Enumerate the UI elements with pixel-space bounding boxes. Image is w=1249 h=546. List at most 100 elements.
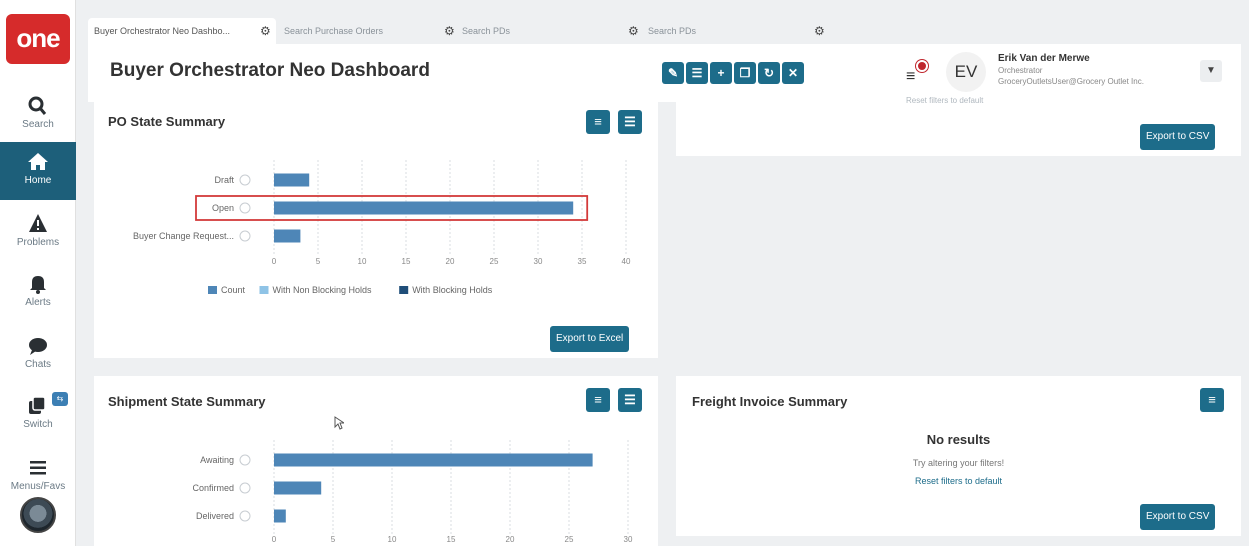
- po-state-summary-card: PO State Summary ≡ ☰ 0 5 10 15 20 25 30 35 40 Dra…: [94, 102, 658, 358]
- freight-invoice-summary-card: Freight Invoice Summary ≡ No results Try…: [676, 376, 1241, 536]
- legend-label[interactable]: With Blocking Holds: [412, 285, 493, 295]
- page-title: Buyer Orchestrator Neo Dashboard: [110, 60, 430, 81]
- sidebar-item-label: Chats: [24, 359, 52, 370]
- sidebar-item-label: Home: [24, 175, 52, 186]
- category-label: Delivered: [196, 511, 234, 521]
- user-org: GroceryOutletsUser@Grocery Outlet Inc.: [998, 77, 1144, 86]
- category-toggle-icon[interactable]: [239, 174, 251, 186]
- filter-button[interactable]: ≡: [1200, 388, 1224, 412]
- tab-search-purchase-orders[interactable]: Search Purchase Orders ⚙: [278, 18, 455, 44]
- bell-icon: [30, 276, 46, 294]
- bar[interactable]: [274, 481, 322, 495]
- sidebar-item-chats[interactable]: Chats: [0, 326, 76, 384]
- shipment-state-chart: 0 5 10 15 20 25 30 Awaiting Confirmed Delivered: [192, 440, 633, 544]
- user-menu-caret[interactable]: ▼: [1200, 60, 1222, 82]
- x-tick-label: 40: [622, 257, 631, 266]
- bar[interactable]: [274, 201, 574, 215]
- tab-search-pds-2[interactable]: Search PDs ⚙: [642, 18, 832, 44]
- shipment-state-summary-card: Shipment State Summary ≡ ☰ 0 5 10 15 20 25 30 A…: [94, 376, 658, 546]
- notifications-menu[interactable]: ≡: [904, 58, 930, 86]
- x-tick-label: 25: [490, 257, 499, 266]
- bar[interactable]: [274, 173, 310, 187]
- legend-label[interactable]: Count: [221, 285, 246, 295]
- add-button[interactable]: +: [710, 62, 732, 84]
- reset-filters-link[interactable]: Reset filters to default: [676, 476, 1241, 486]
- x-tick-label: 35: [578, 257, 587, 266]
- bar[interactable]: [274, 509, 286, 523]
- sidebar-item-problems[interactable]: Problems: [0, 204, 76, 262]
- tab-bar: Buyer Orchestrator Neo Dashbo... ⚙ Searc…: [88, 18, 1249, 44]
- category-toggle-icon[interactable]: [239, 202, 251, 214]
- sidebar-item-switch[interactable]: ⇆ Switch: [0, 386, 76, 444]
- tab-dashboard[interactable]: Buyer Orchestrator Neo Dashbo... ⚙: [88, 18, 276, 44]
- category-label: Open: [212, 203, 234, 213]
- switch-badge-icon: ⇆: [52, 392, 68, 406]
- gear-icon[interactable]: ⚙: [814, 18, 825, 44]
- copy-button[interactable]: ❐: [734, 62, 756, 84]
- x-tick-label: 25: [565, 535, 574, 544]
- list-button[interactable]: ☰: [686, 62, 708, 84]
- category-label: Confirmed: [192, 483, 234, 493]
- refresh-icon: ↻: [763, 66, 775, 80]
- x-tick-label: 5: [316, 257, 321, 266]
- x-tick-label: 30: [534, 257, 543, 266]
- gear-icon[interactable]: ⚙: [628, 18, 639, 44]
- po-state-chart: 0 5 10 15 20 25 30 35 40 Draft Open Buyer Change Re…: [133, 160, 631, 295]
- category-label: Awaiting: [200, 455, 234, 465]
- sidebar-item-alerts[interactable]: Alerts: [0, 264, 76, 322]
- tab-label: Search Purchase Orders: [284, 26, 384, 36]
- app-logo[interactable]: one: [6, 14, 70, 64]
- reset-filters-link[interactable]: Reset filters to default: [906, 96, 983, 105]
- x-tick-label: 20: [506, 535, 515, 544]
- card-title: Freight Invoice Summary: [692, 394, 848, 409]
- edit-button[interactable]: ✎: [662, 62, 684, 84]
- category-label: Draft: [214, 175, 234, 185]
- x-tick-label: 0: [272, 535, 277, 544]
- page-header: Buyer Orchestrator Neo Dashboard ✎ ☰ + ❐…: [88, 44, 1241, 102]
- close-button[interactable]: ✕: [782, 62, 804, 84]
- category-toggle-icon[interactable]: [239, 482, 251, 494]
- x-tick-label: 10: [358, 257, 367, 266]
- sidebar-item-search[interactable]: Search: [0, 86, 76, 144]
- x-tick-label: 15: [447, 535, 456, 544]
- user-name: Erik Van der Merwe: [998, 53, 1090, 64]
- export-to-excel-button[interactable]: Export to Excel: [550, 326, 630, 352]
- x-tick-label: 10: [388, 535, 397, 544]
- tab-label: Search PDs: [462, 26, 511, 36]
- legend-swatch: [208, 286, 217, 294]
- bar[interactable]: [274, 229, 301, 243]
- notification-badge-icon: [916, 60, 928, 72]
- plus-icon: +: [717, 66, 725, 80]
- sidebar-item-label: Search: [22, 119, 54, 130]
- search-icon: [28, 96, 47, 115]
- hamburger-icon: [30, 461, 46, 475]
- sidebar-item-label: Menus/Favs: [10, 481, 66, 492]
- close-icon: ✕: [787, 66, 799, 80]
- sidebar-item-home[interactable]: Home: [0, 142, 76, 200]
- sidebar: one Search Home Problems Alerts Chats ⇆ …: [0, 0, 76, 546]
- category-toggle-icon[interactable]: [239, 510, 251, 522]
- list-icon: ☰: [691, 66, 703, 80]
- tab-search-pds-1[interactable]: Search PDs ⚙: [456, 18, 639, 44]
- tab-label: Search PDs: [648, 26, 697, 36]
- category-toggle-icon[interactable]: [239, 230, 251, 242]
- x-tick-label: 15: [402, 257, 411, 266]
- legend-label[interactable]: With Non Blocking Holds: [273, 285, 373, 295]
- top-right-card: Reset filters to default Export to CSV: [676, 96, 1241, 156]
- pencil-icon: ✎: [667, 66, 679, 80]
- gear-icon[interactable]: ⚙: [444, 18, 455, 44]
- category-toggle-icon[interactable]: [239, 454, 251, 466]
- category-label: Buyer Change Request...: [133, 231, 234, 241]
- x-tick-label: 0: [272, 257, 277, 266]
- sidebar-item-label: Switch: [23, 419, 53, 430]
- x-tick-label: 5: [331, 535, 336, 544]
- refresh-button[interactable]: ↻: [758, 62, 780, 84]
- user-initials[interactable]: EV: [946, 52, 986, 92]
- user-avatar[interactable]: [20, 497, 56, 533]
- chat-icon: [29, 338, 47, 355]
- gear-icon[interactable]: ⚙: [260, 18, 271, 44]
- sidebar-item-label: Alerts: [25, 297, 51, 308]
- bar[interactable]: [274, 453, 593, 467]
- export-to-csv-button[interactable]: Export to CSV: [1140, 124, 1216, 150]
- export-to-csv-button[interactable]: Export to CSV: [1140, 504, 1216, 530]
